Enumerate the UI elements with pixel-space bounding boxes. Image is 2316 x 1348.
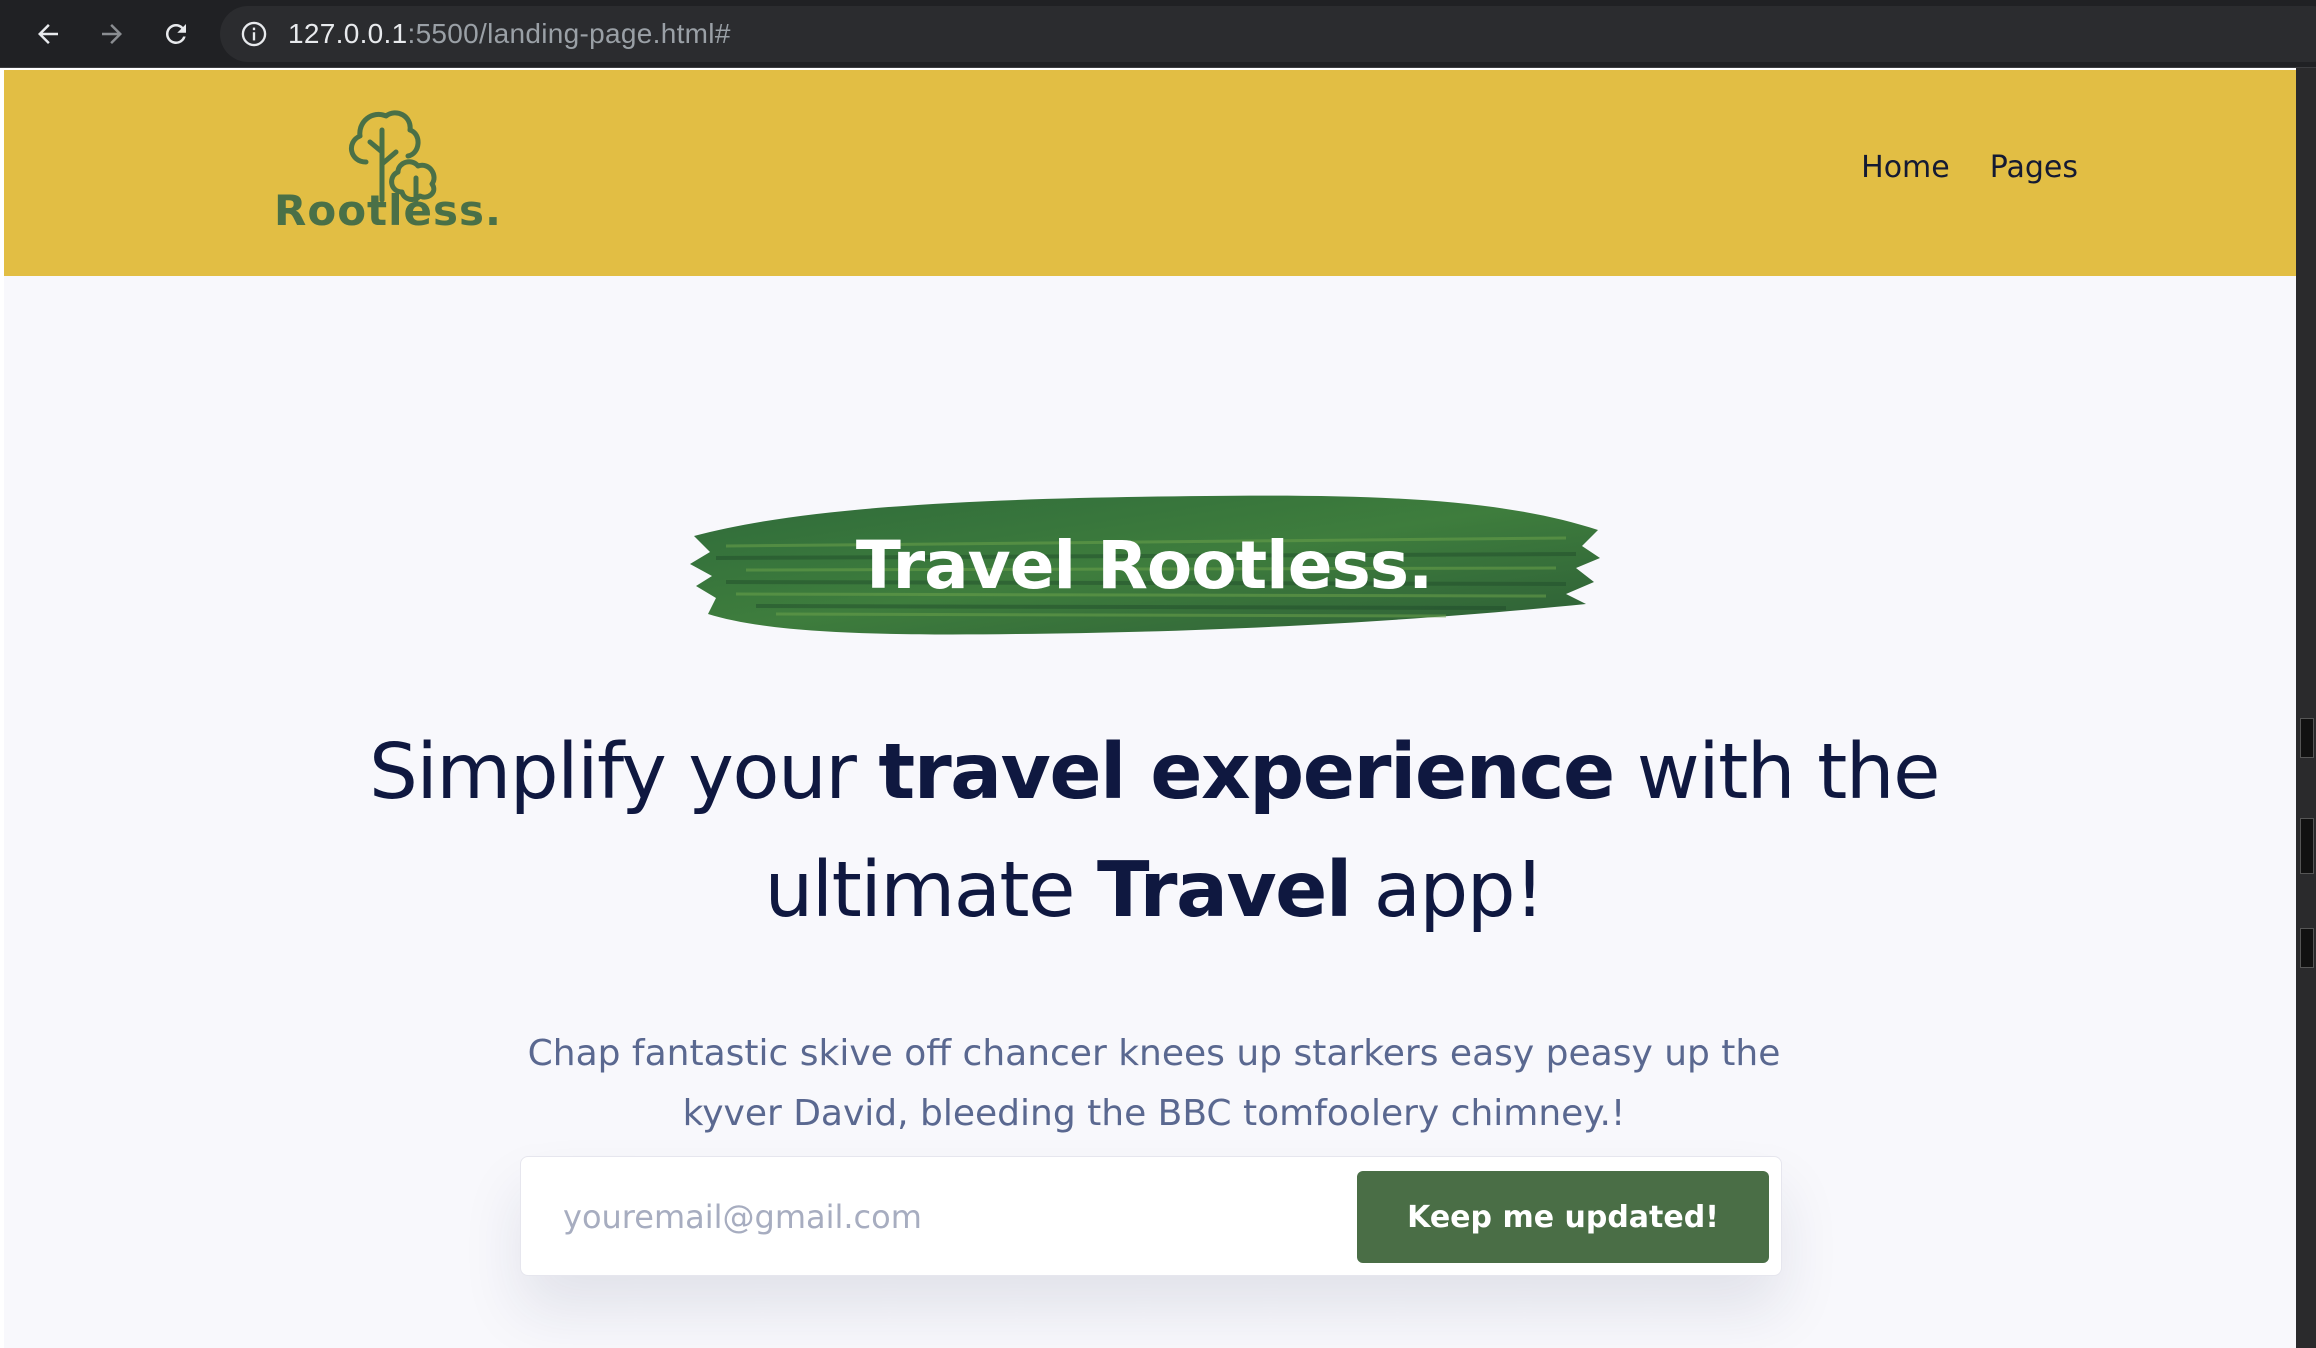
devtools-edge [2296,68,2316,1348]
url-path: :5500/landing-page.html# [407,18,731,49]
headline-part-1: Simplify your [369,728,879,817]
email-input[interactable] [561,1181,1241,1253]
nav-link-pages[interactable]: Pages [1990,150,2078,185]
edge-mark [2300,818,2314,874]
browser-toolbar: 127.0.0.1:5500/landing-page.html# [0,0,2316,68]
headline-part-3: app! [1350,846,1545,935]
headline-bold-2: Travel [1096,846,1352,935]
hero-subtext: Chap fantastic skive off chancer knees u… [527,1033,1781,1134]
hero-badge-text: Travel Rootless. [855,526,1433,604]
page-viewport: Rootless. Home Pages Travel Rootless. Si… [4,70,2296,1348]
hero-badge: Travel Rootless. [686,486,1602,644]
reload-icon [165,23,186,44]
hero-headline: Simplify your travel experience with the… [304,714,2004,950]
address-bar[interactable]: 127.0.0.1:5500/landing-page.html# [220,6,2316,62]
url-host: 127.0.0.1 [288,18,408,49]
edge-mark [2300,718,2314,758]
logo-text: Rootless. [274,186,502,235]
headline-bold-1: travel experience [878,728,1615,817]
keep-me-updated-button[interactable]: Keep me updated! [1357,1171,1769,1263]
logo[interactable]: Rootless. [268,104,501,244]
site-header: Rootless. Home Pages [4,70,2296,276]
signup-form: Keep me updated! [520,1156,1782,1276]
back-button[interactable] [28,14,68,54]
info-icon[interactable] [240,20,268,48]
forward-arrow-icon [102,24,122,44]
edge-mark [2300,928,2314,968]
back-arrow-icon [38,24,58,44]
url-text[interactable]: 127.0.0.1:5500/landing-page.html# [288,6,731,62]
forward-button[interactable] [92,14,132,54]
main-nav: Home Pages [1861,150,2078,185]
reload-button[interactable] [156,14,196,54]
nav-link-home[interactable]: Home [1861,150,1950,185]
